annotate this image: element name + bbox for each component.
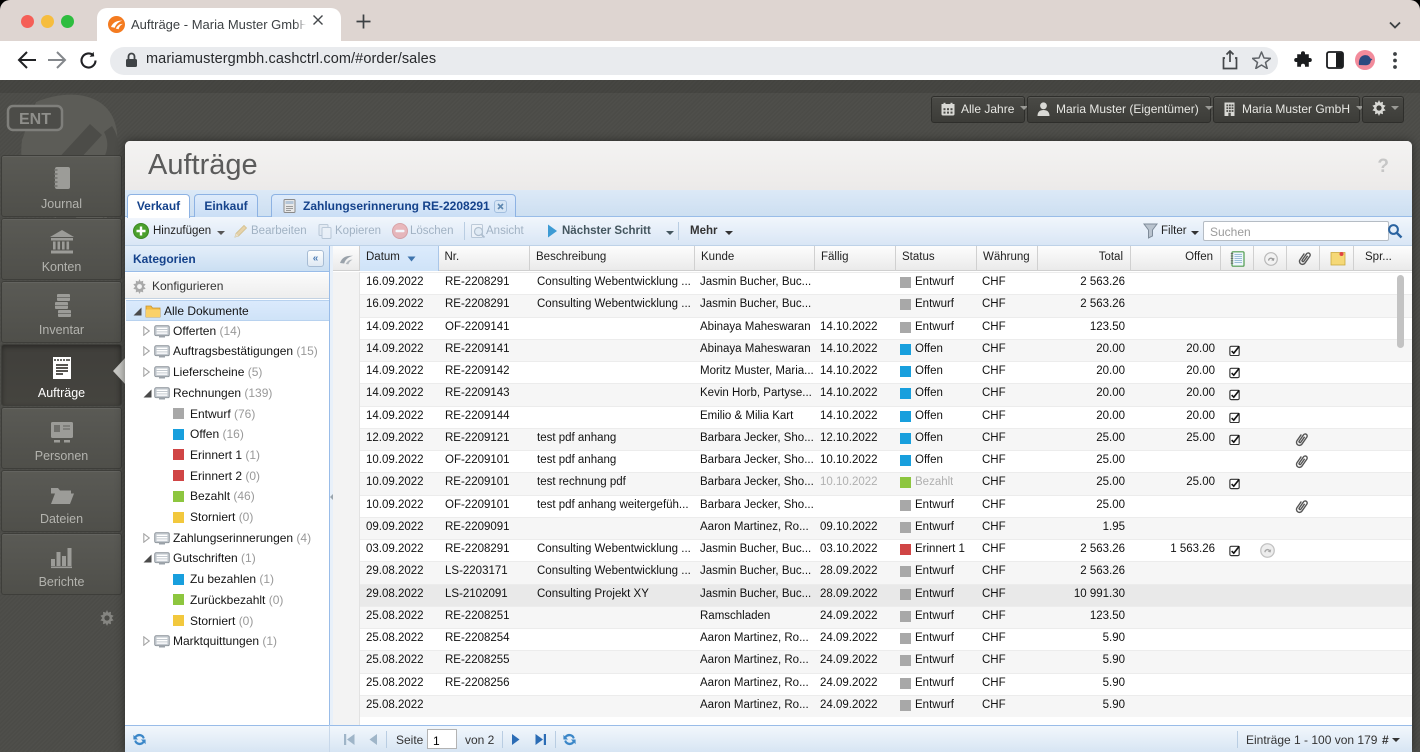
svg-text:ENT: ENT (19, 111, 51, 128)
